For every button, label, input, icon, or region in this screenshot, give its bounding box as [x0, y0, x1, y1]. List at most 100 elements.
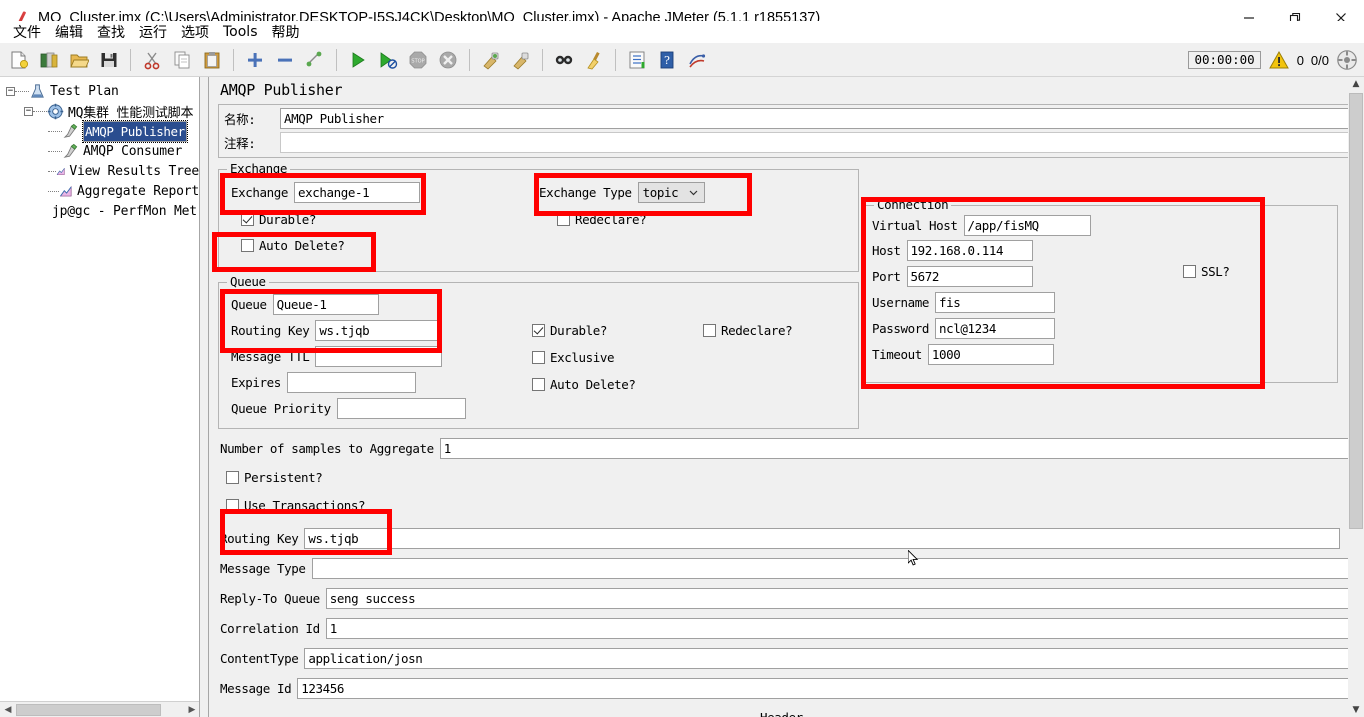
tree-connector: [48, 130, 62, 132]
content-type-input[interactable]: [304, 648, 1354, 669]
queue-exclusive-checkbox[interactable]: Exclusive: [532, 350, 615, 365]
search-icon[interactable]: [550, 46, 578, 74]
queue-group-title: Queue: [227, 274, 269, 289]
expand-all-icon[interactable]: [241, 46, 269, 74]
scroll-left-icon[interactable]: ◀: [0, 702, 16, 717]
cut-icon[interactable]: [138, 46, 166, 74]
tree-node-perfmon-metrics[interactable]: jp@gc - PerfMon Metri: [0, 201, 199, 221]
timeout-input[interactable]: [927, 344, 1054, 365]
scroll-up-icon[interactable]: ▲: [1348, 77, 1364, 91]
clear-icon[interactable]: [477, 46, 505, 74]
paste-icon[interactable]: [198, 46, 226, 74]
open-icon[interactable]: [65, 46, 93, 74]
toolbar-separator: [615, 48, 616, 71]
username-input[interactable]: [935, 292, 1056, 313]
menu-tools[interactable]: Tools: [216, 23, 265, 41]
scrollbar-thumb[interactable]: [1349, 93, 1363, 529]
queue-priority-input[interactable]: [336, 398, 466, 419]
reply-to-queue-input[interactable]: [325, 588, 1355, 609]
virtual-host-row: Virtual Host: [872, 215, 1091, 236]
tree-horizontal-scrollbar[interactable]: ◀ ▶: [0, 701, 199, 717]
menu-help[interactable]: 帮助: [265, 21, 307, 43]
menu-options[interactable]: 选项: [174, 21, 216, 43]
message-type-input[interactable]: [311, 558, 1352, 579]
start-icon[interactable]: [344, 46, 372, 74]
aggregate-input[interactable]: [439, 438, 1364, 459]
function-helper-icon[interactable]: [623, 46, 651, 74]
start-no-timers-icon[interactable]: [374, 46, 402, 74]
exchange-type-select[interactable]: topic: [637, 182, 705, 203]
scroll-down-icon[interactable]: ▼: [1348, 703, 1364, 717]
new-icon[interactable]: [5, 46, 33, 74]
tree-label-amqp-consumer: AMQP Consumer: [83, 143, 183, 159]
shutdown-icon[interactable]: [434, 46, 462, 74]
checkbox-box[interactable]: [703, 324, 716, 337]
queue-redeclare-checkbox[interactable]: Redeclare?: [703, 323, 793, 338]
exchange-redeclare-checkbox[interactable]: Redeclare?: [557, 212, 647, 227]
editor-vertical-scrollbar[interactable]: ▲ ▼: [1348, 77, 1364, 717]
correlation-id-input[interactable]: [325, 618, 1354, 639]
persistent-checkbox[interactable]: Persistent?: [226, 470, 323, 485]
undo-redo-icon[interactable]: [683, 46, 711, 74]
exchange-auto-delete-checkbox[interactable]: Auto Delete?: [241, 238, 345, 253]
pane-splitter[interactable]: [201, 77, 209, 717]
checkbox-box[interactable]: [557, 213, 570, 226]
tree-node-view-results-tree[interactable]: View Results Tree: [0, 161, 199, 181]
scroll-right-icon[interactable]: ▶: [184, 702, 199, 717]
checkbox-box[interactable]: [532, 324, 545, 337]
password-row: Password: [872, 318, 1056, 339]
port-row: Port: [872, 266, 1033, 287]
host-input[interactable]: [906, 240, 1033, 261]
warning-icon[interactable]: [1268, 50, 1290, 70]
toggle-icon[interactable]: [301, 46, 329, 74]
checkbox-box[interactable]: [226, 498, 239, 512]
use-transactions-checkbox[interactable]: Use Transactions?: [226, 498, 365, 512]
tree-node-amqp-publisher[interactable]: AMQP Publisher: [0, 119, 199, 143]
password-input[interactable]: [935, 318, 1056, 339]
expander-icon[interactable]: −: [6, 86, 15, 96]
scrollbar-thumb[interactable]: [16, 703, 161, 716]
publisher-routing-key-input[interactable]: [304, 528, 1341, 549]
tree-node-thread-group[interactable]: − MQ集群 性能测试脚本: [0, 101, 199, 121]
checkbox-box[interactable]: [241, 213, 254, 226]
checkbox-box[interactable]: [226, 471, 239, 484]
tree-node-amqp-consumer[interactable]: AMQP Consumer: [0, 141, 199, 161]
checkbox-box[interactable]: [241, 239, 254, 252]
ssl-checkbox[interactable]: SSL?: [1183, 264, 1230, 279]
comment-input[interactable]: [280, 132, 1364, 153]
queue-durable-checkbox[interactable]: Durable?: [532, 323, 607, 338]
reset-search-icon[interactable]: [580, 46, 608, 74]
virtual-host-input[interactable]: [963, 215, 1091, 236]
save-icon[interactable]: [95, 46, 123, 74]
tree-node-aggregate-report[interactable]: Aggregate Report: [0, 181, 199, 201]
help-icon[interactable]: ?: [653, 46, 681, 74]
menu-edit[interactable]: 编辑: [48, 21, 90, 43]
exchange-durable-checkbox[interactable]: Durable?: [241, 212, 316, 227]
queue-label: Queue: [231, 297, 267, 312]
publisher-routing-key-row: Routing Key: [220, 528, 1341, 549]
expander-icon[interactable]: −: [24, 106, 33, 116]
message-ttl-input[interactable]: [315, 346, 443, 367]
queue-auto-delete-checkbox[interactable]: Auto Delete?: [532, 377, 636, 392]
clear-all-icon[interactable]: [507, 46, 535, 74]
checkbox-box[interactable]: [532, 378, 545, 391]
menu-file[interactable]: 文件: [6, 21, 48, 43]
cut-off-header-label: Header: [760, 710, 803, 717]
queue-routing-key-input[interactable]: [315, 320, 443, 341]
checkbox-box[interactable]: [1183, 265, 1196, 278]
message-id-input[interactable]: [297, 678, 1351, 699]
menu-run[interactable]: 运行: [132, 21, 174, 43]
exchange-input[interactable]: [294, 182, 421, 203]
active-threads-icon[interactable]: [1336, 49, 1358, 71]
expires-input[interactable]: [286, 372, 416, 393]
tree-node-test-plan[interactable]: − Test Plan: [0, 81, 199, 101]
name-input[interactable]: [280, 108, 1364, 129]
queue-input[interactable]: [272, 294, 379, 315]
port-input[interactable]: [906, 266, 1033, 287]
checkbox-box[interactable]: [532, 351, 545, 364]
copy-icon[interactable]: [168, 46, 196, 74]
templates-icon[interactable]: [35, 46, 63, 74]
stop-icon[interactable]: STOP: [404, 46, 432, 74]
collapse-all-icon[interactable]: [271, 46, 299, 74]
menu-search[interactable]: 查找: [90, 21, 132, 43]
